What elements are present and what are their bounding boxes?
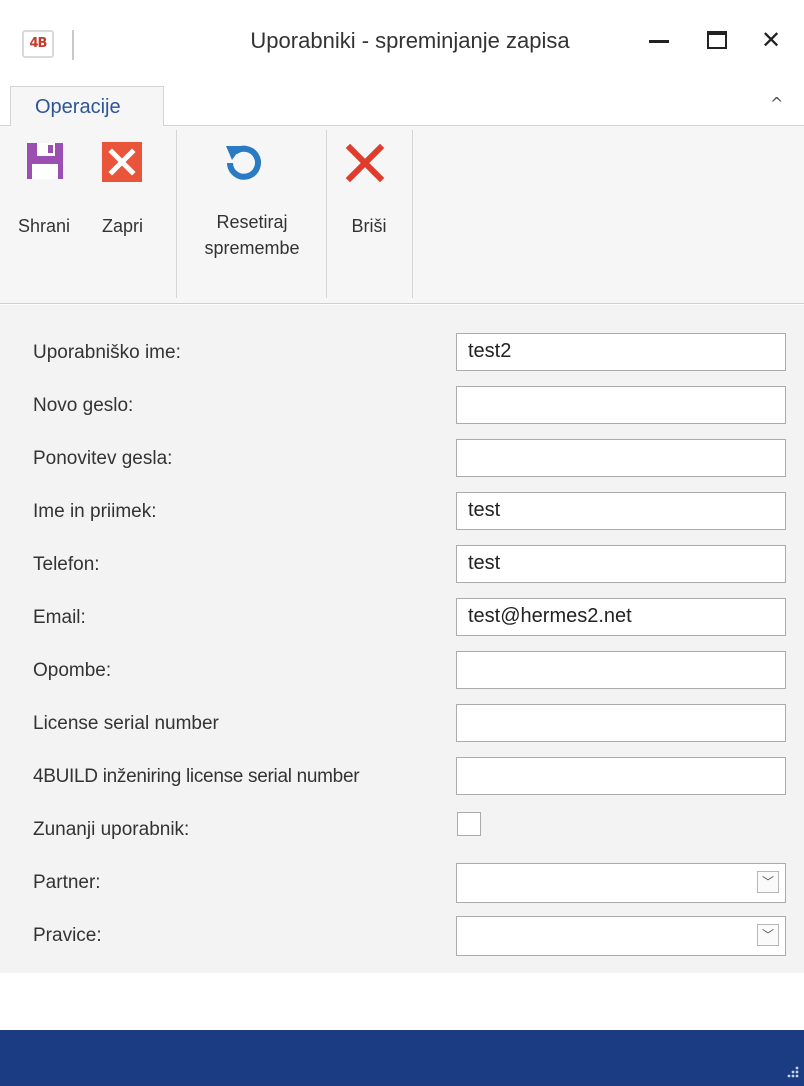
notes-label: Opombe: bbox=[33, 660, 112, 681]
chevron-down-icon[interactable]: ﹀ bbox=[757, 924, 779, 946]
delete-x-icon bbox=[345, 143, 385, 183]
username-label: Uporabniško ime: bbox=[33, 342, 181, 363]
chevron-up-icon[interactable]: ^ bbox=[770, 94, 783, 113]
reset-label-line2: spremembe bbox=[204, 238, 300, 258]
status-bar bbox=[0, 1030, 804, 1086]
reset-changes-button[interactable]: Resetiraj spremembe bbox=[180, 140, 324, 280]
title-bar: 4B Uporabniki - spreminjanje zapisa ✕ bbox=[0, 0, 804, 88]
minimize-icon bbox=[649, 39, 669, 43]
resize-grip-icon[interactable] bbox=[784, 1064, 800, 1080]
partner-select[interactable]: ﹀ bbox=[456, 863, 786, 903]
repeat-password-input[interactable] bbox=[456, 439, 786, 477]
engineering-license-serial-input[interactable] bbox=[456, 757, 786, 795]
external-user-checkbox[interactable] bbox=[457, 812, 481, 836]
phone-label: Telefon: bbox=[33, 554, 100, 575]
username-input[interactable]: test2 bbox=[456, 333, 786, 371]
ribbon-separator bbox=[176, 130, 177, 298]
external-user-label: Zunanji uporabnik: bbox=[33, 819, 190, 840]
phone-input[interactable]: test bbox=[456, 545, 786, 583]
rights-select[interactable]: ﹀ bbox=[456, 916, 786, 956]
refresh-icon bbox=[226, 145, 261, 180]
maximize-button[interactable] bbox=[690, 20, 744, 60]
ribbon-separator bbox=[326, 130, 327, 298]
title-separator bbox=[72, 30, 74, 60]
email-input[interactable]: test@hermes2.net bbox=[456, 598, 786, 636]
window-close-button[interactable]: ✕ bbox=[744, 20, 798, 60]
window-title: Uporabniki - spreminjanje zapisa bbox=[250, 28, 570, 53]
tab-operacije[interactable]: Operacije bbox=[10, 86, 164, 127]
license-serial-input[interactable] bbox=[456, 704, 786, 742]
license-serial-label: License serial number bbox=[33, 713, 219, 734]
close-box-icon bbox=[102, 142, 142, 182]
full-name-label: Ime in priimek: bbox=[33, 501, 157, 522]
save-label: Shrani bbox=[18, 216, 71, 236]
ribbon-separator bbox=[412, 130, 413, 298]
partner-label: Partner: bbox=[33, 872, 101, 893]
minimize-button[interactable] bbox=[632, 20, 686, 60]
repeat-password-label: Ponovitev gesla: bbox=[33, 448, 173, 469]
delete-label: Briši bbox=[351, 216, 387, 236]
reset-label-line1: Resetiraj bbox=[216, 212, 288, 232]
new-password-input[interactable] bbox=[456, 386, 786, 424]
maximize-icon bbox=[707, 31, 727, 49]
chevron-down-icon[interactable]: ﹀ bbox=[757, 871, 779, 893]
new-password-label: Novo geslo: bbox=[33, 395, 134, 416]
app-logo: 4B bbox=[22, 30, 54, 58]
save-button[interactable]: Shrani bbox=[18, 140, 90, 240]
close-button[interactable]: Zapri bbox=[96, 140, 166, 240]
floppy-disk-icon bbox=[27, 143, 63, 179]
notes-input[interactable] bbox=[456, 651, 786, 689]
ribbon-tab-row: Operacije bbox=[0, 86, 804, 127]
full-name-input[interactable]: test bbox=[456, 492, 786, 530]
email-label: Email: bbox=[33, 607, 86, 628]
engineering-license-serial-label: 4BUILD inženiring license serial number bbox=[33, 766, 360, 787]
close-label: Zapri bbox=[102, 216, 144, 236]
rights-label: Pravice: bbox=[33, 925, 102, 946]
close-icon: ✕ bbox=[760, 26, 782, 54]
delete-button[interactable]: Briši bbox=[330, 140, 408, 240]
